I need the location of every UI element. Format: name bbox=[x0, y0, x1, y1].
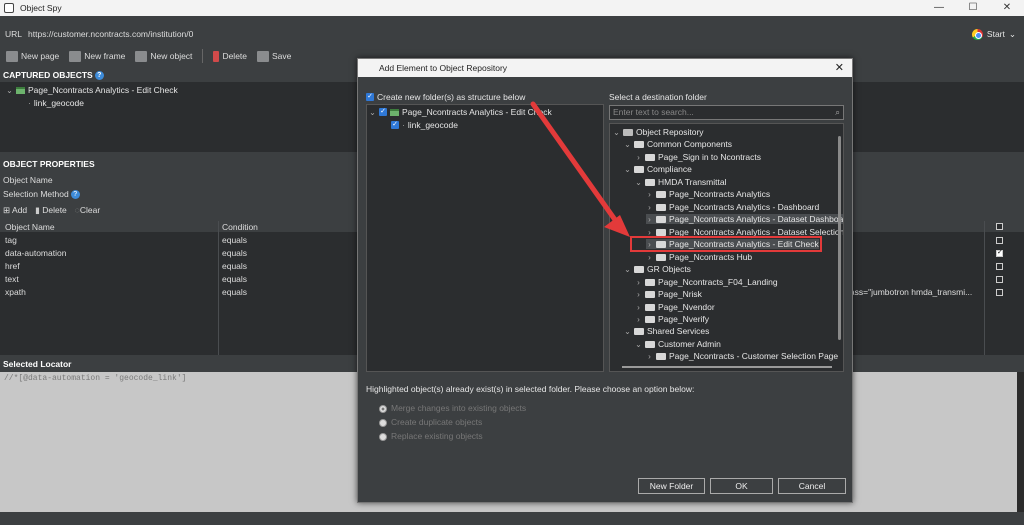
new-frame-icon bbox=[69, 50, 82, 62]
new-page-label: New page bbox=[21, 51, 60, 61]
row-name[interactable]: href bbox=[5, 261, 20, 271]
row-checkbox[interactable] bbox=[996, 237, 1003, 244]
row-condition[interactable]: equals bbox=[222, 261, 247, 271]
object-name-label: Object Name bbox=[3, 175, 53, 185]
row-condition[interactable]: equals bbox=[222, 287, 247, 297]
selection-method-label: Selection Method? bbox=[3, 189, 80, 200]
selected-locator-heading: Selected Locator bbox=[3, 359, 72, 369]
row-name[interactable]: text bbox=[5, 274, 19, 284]
properties-toolbar: ⊞ Add ▮ Delete ◌Clear bbox=[3, 205, 100, 216]
app-icon bbox=[4, 3, 14, 13]
help-icon[interactable]: ? bbox=[94, 71, 104, 81]
window-titlebar: Object Spy — ☐ ✕ bbox=[0, 0, 1024, 16]
save-label: Save bbox=[272, 51, 292, 61]
add-element-dialog: Add Element to Object Repository ✕ ✓ Cre… bbox=[357, 58, 853, 503]
new-object-label: New object bbox=[150, 51, 193, 61]
close-button[interactable]: ✕ bbox=[990, 0, 1024, 16]
object-properties-heading: OBJECT PROPERTIES bbox=[3, 159, 95, 169]
delete-property-button[interactable]: ▮ Delete bbox=[35, 205, 67, 216]
delete-prop-label: Delete bbox=[42, 205, 67, 215]
link-icon: · bbox=[28, 98, 31, 108]
new-object-icon bbox=[135, 50, 148, 62]
locator-text[interactable]: //*[@data-automation = 'geocode_link'] bbox=[4, 374, 186, 383]
start-button[interactable]: Start ⌄ bbox=[971, 28, 1016, 40]
row-value[interactable]: lass="jumbotron hmda_transmi... bbox=[848, 287, 982, 297]
captured-page-label: Page_Ncontracts Analytics - Edit Check bbox=[28, 85, 178, 95]
row-checkbox[interactable] bbox=[996, 263, 1003, 270]
minimize-button[interactable]: — bbox=[922, 0, 956, 16]
chevron-down-icon: ⌄ bbox=[1008, 28, 1016, 39]
status-strip bbox=[0, 512, 1024, 525]
url-input[interactable]: https://customer.ncontracts.com/institut… bbox=[28, 26, 984, 42]
save-icon bbox=[257, 50, 270, 62]
column-condition: Condition bbox=[222, 222, 258, 232]
url-label: URL bbox=[5, 29, 23, 39]
column-divider bbox=[218, 221, 219, 355]
clear-label: Clear bbox=[79, 205, 101, 215]
add-property-button[interactable]: ⊞ Add bbox=[3, 205, 27, 216]
new-frame-label: New frame bbox=[84, 51, 126, 61]
row-name[interactable]: xpath bbox=[5, 287, 26, 297]
row-condition[interactable]: equals bbox=[222, 235, 247, 245]
select-all-checkbox[interactable] bbox=[996, 223, 1003, 230]
row-checkbox[interactable] bbox=[996, 248, 1003, 257]
captured-objects-heading: CAPTURED OBJECTS? bbox=[3, 70, 104, 81]
window-title: Object Spy bbox=[20, 3, 62, 13]
help-icon[interactable]: ? bbox=[70, 190, 80, 200]
column-object-name: Object Name bbox=[5, 222, 55, 232]
row-name[interactable]: data-automation bbox=[5, 248, 66, 258]
url-bar: URL https://customer.ncontracts.com/inst… bbox=[0, 24, 1024, 44]
delete-button[interactable]: Delete bbox=[213, 50, 248, 62]
row-checkbox[interactable] bbox=[996, 289, 1003, 296]
new-page-icon bbox=[6, 50, 18, 62]
save-button[interactable]: Save bbox=[257, 50, 292, 62]
chevron-down-icon[interactable]: ⌄ bbox=[6, 86, 13, 95]
selection-method-text: Selection Method bbox=[3, 189, 69, 199]
column-divider bbox=[984, 221, 985, 355]
start-label: Start bbox=[986, 29, 1005, 39]
row-name[interactable]: tag bbox=[5, 235, 17, 245]
captured-object-label: link_geocode bbox=[33, 98, 84, 108]
page-icon bbox=[16, 86, 25, 94]
new-frame-button[interactable]: New frame bbox=[69, 50, 126, 62]
scrollbar[interactable] bbox=[1017, 372, 1024, 512]
captured-object-node[interactable]: · link_geocode bbox=[28, 98, 84, 108]
add-label: Add bbox=[12, 205, 28, 215]
trash-icon bbox=[213, 50, 220, 62]
new-object-button[interactable]: New object bbox=[135, 50, 193, 62]
row-checkbox[interactable] bbox=[996, 276, 1003, 283]
clear-properties-button[interactable]: ◌Clear bbox=[75, 205, 100, 216]
row-condition[interactable]: equals bbox=[222, 248, 247, 258]
captured-heading-text: CAPTURED OBJECTS bbox=[3, 70, 93, 80]
new-page-button[interactable]: New page bbox=[6, 50, 60, 62]
annotation-arrow-icon bbox=[530, 101, 630, 237]
chrome-icon bbox=[971, 28, 983, 40]
row-condition[interactable]: equals bbox=[222, 274, 247, 284]
maximize-button[interactable]: ☐ bbox=[956, 0, 990, 16]
plus-icon: ⊞ bbox=[3, 205, 11, 215]
captured-page-node[interactable]: ⌄ Page_Ncontracts Analytics - Edit Check bbox=[6, 85, 178, 95]
trash-icon: ▮ bbox=[35, 205, 40, 215]
delete-label: Delete bbox=[222, 51, 248, 61]
toolbar-separator bbox=[202, 49, 204, 63]
